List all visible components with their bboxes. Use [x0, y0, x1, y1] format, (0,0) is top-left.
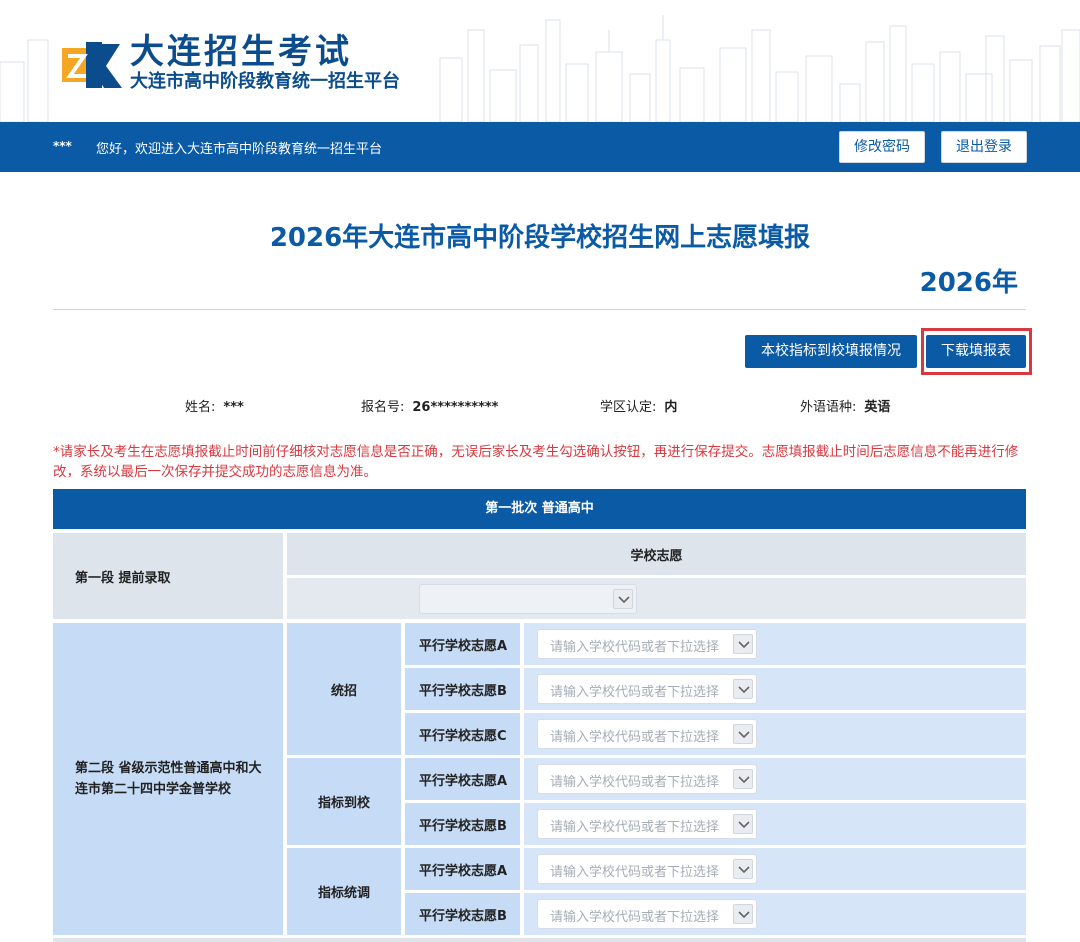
choice-a-label: 平行学校志愿A [405, 848, 520, 890]
district-recognition: 学区认定: 内 [600, 396, 677, 415]
divider [53, 309, 1026, 310]
batch-header: 第一批次 普通高中 [53, 489, 1026, 529]
year-label: 2026年 [919, 268, 1018, 298]
select-placeholder: 请输入学校代码或者下拉选择 [550, 865, 720, 880]
choice-c-label: 平行学校志愿C [405, 713, 520, 755]
select-placeholder: 请输入学校代码或者下拉选择 [550, 730, 720, 745]
school-select-adjust-a[interactable]: 请输入学校代码或者下拉选择 [537, 854, 757, 884]
chevron-down-icon [733, 679, 753, 699]
choice-b-label: 平行学校志愿B [405, 893, 520, 935]
chevron-down-icon [733, 904, 753, 924]
choice-a-label: 平行学校志愿A [405, 623, 520, 665]
student-name: 姓名: *** [185, 396, 244, 415]
chevron-down-icon [613, 589, 633, 609]
highlight-frame [921, 328, 1032, 375]
registration-number-value: 26********** [412, 400, 499, 415]
select-placeholder: 请输入学校代码或者下拉选择 [550, 775, 720, 790]
school-select-unified-a[interactable]: 请输入学校代码或者下拉选择 [537, 629, 757, 659]
group-quota-adjust-label: 指标统调 [287, 848, 401, 935]
segment2-label: 第二段 省级示范性普通高中和大连市第二十四中学金普学校 [53, 623, 283, 935]
logout-button[interactable]: 退出登录 [941, 131, 1027, 163]
district-value: 内 [664, 400, 678, 415]
choice-a-label: 平行学校志愿A [405, 758, 520, 800]
notice-text: *请家长及考生在志愿填报截止时间前仔细核对志愿信息是否正确，无误后家长及考生勾选… [53, 444, 1019, 480]
group-unified-label: 统招 [287, 623, 401, 755]
select-placeholder: 请输入学校代码或者下拉选择 [550, 820, 720, 835]
welcome-text: 您好，欢迎进入大连市高中阶段教育统一招生平台 [96, 142, 383, 157]
select-placeholder: 请输入学校代码或者下拉选择 [550, 685, 720, 700]
table-next-row [53, 938, 1026, 942]
segment1-school-select[interactable] [419, 584, 637, 614]
top-nav-bar: *** 您好，欢迎进入大连市高中阶段教育统一招生平台 修改密码 退出登录 [0, 122, 1080, 172]
change-password-button[interactable]: 修改密码 [839, 131, 925, 163]
school-select-quota-b[interactable]: 请输入学校代码或者下拉选择 [537, 809, 757, 839]
chevron-down-icon [733, 769, 753, 789]
registration-number: 报名号: 26********** [361, 396, 498, 415]
chevron-down-icon [733, 814, 753, 834]
chevron-down-icon [733, 859, 753, 879]
chevron-down-icon [733, 634, 753, 654]
school-choice-header: 学校志愿 [287, 533, 1026, 575]
group-quota-to-school-label: 指标到校 [287, 758, 401, 845]
district-label: 学区认定: [600, 400, 657, 415]
user-name: *** [53, 139, 72, 153]
select-placeholder: 请输入学校代码或者下拉选择 [550, 640, 720, 655]
segment1-label: 第一段 提前录取 [53, 533, 283, 619]
foreign-language: 外语语种: 英语 [800, 396, 890, 415]
school-select-quota-a[interactable]: 请输入学校代码或者下拉选择 [537, 764, 757, 794]
school-select-adjust-b[interactable]: 请输入学校代码或者下拉选择 [537, 899, 757, 929]
language-value: 英语 [864, 400, 891, 415]
segment1-select-cell [287, 578, 1026, 619]
page-title: 2026年大连市高中阶段学校招生网上志愿填报 [269, 223, 811, 253]
student-name-label: 姓名: [185, 400, 216, 415]
select-placeholder: 请输入学校代码或者下拉选择 [550, 910, 720, 925]
choice-b-label: 平行学校志愿B [405, 803, 520, 845]
brand-title: 大连招生考试 [130, 32, 352, 72]
student-name-value: *** [223, 400, 244, 415]
language-label: 外语语种: [800, 400, 857, 415]
school-select-unified-b[interactable]: 请输入学校代码或者下拉选择 [537, 674, 757, 704]
chevron-down-icon [733, 724, 753, 744]
brand-subtitle: 大连市高中阶段教育统一招生平台 [130, 71, 400, 92]
school-quota-report-button[interactable]: 本校指标到校填报情况 [745, 335, 917, 368]
dalian-exam-logo-icon [62, 42, 122, 88]
registration-number-label: 报名号: [361, 400, 405, 415]
header-banner: 大连招生考试 大连市高中阶段教育统一招生平台 [0, 0, 1080, 122]
choice-b-label: 平行学校志愿B [405, 668, 520, 710]
school-select-unified-c[interactable]: 请输入学校代码或者下拉选择 [537, 719, 757, 749]
